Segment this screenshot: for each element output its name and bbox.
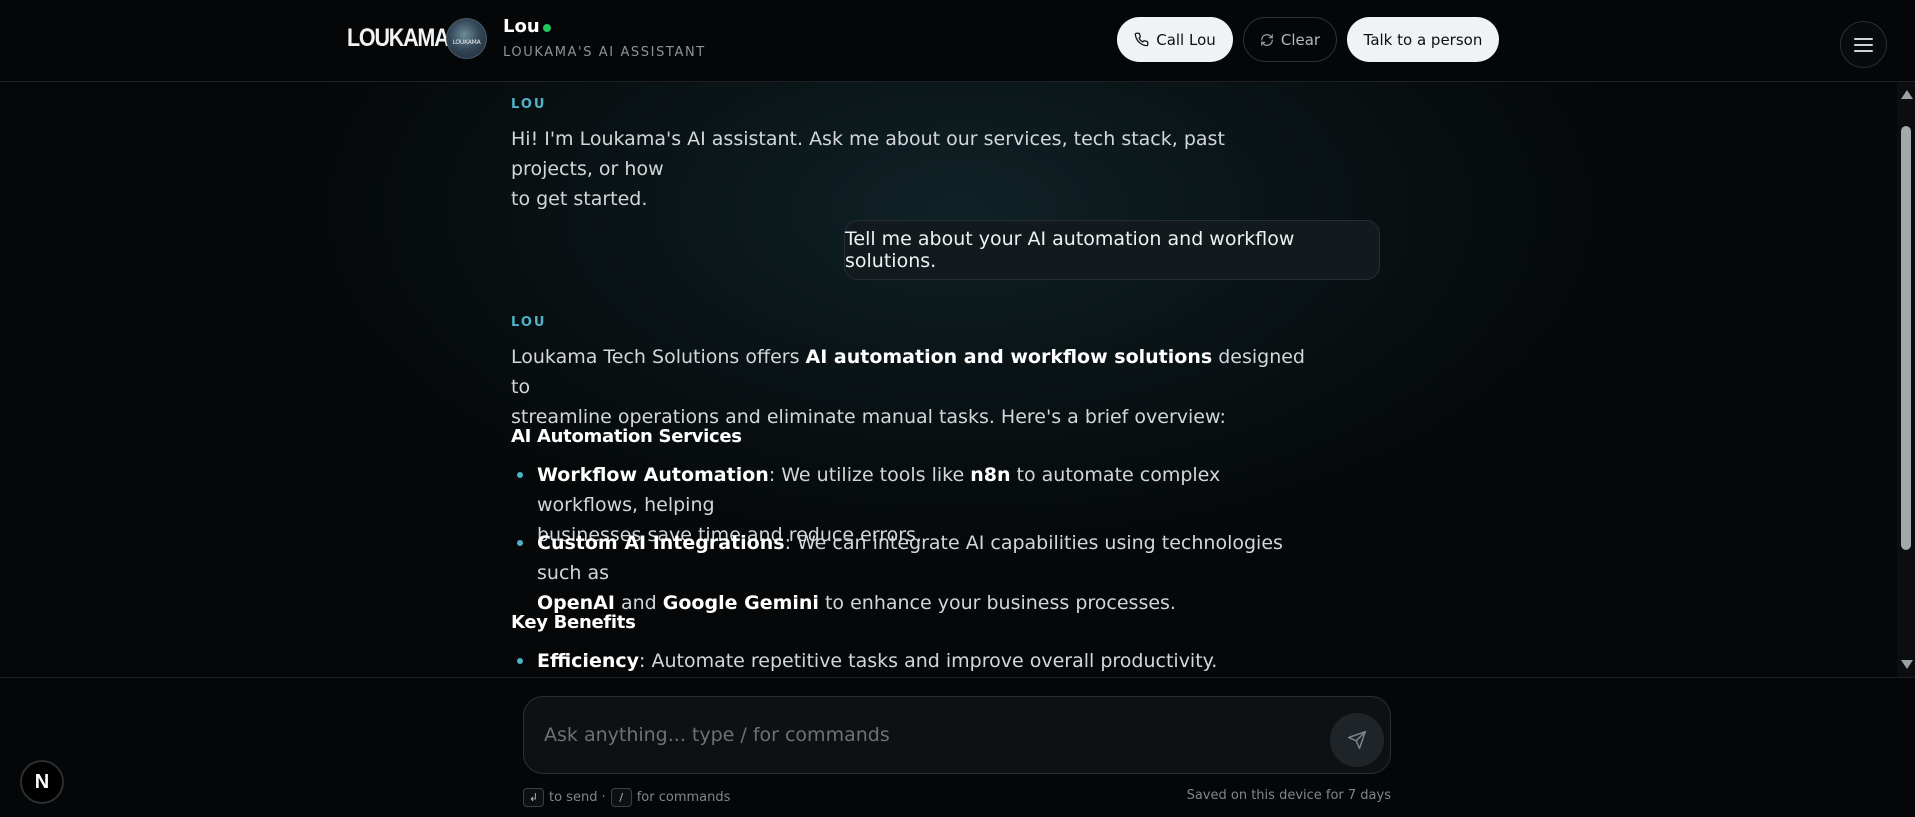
call-lou-label: Call Lou [1156, 30, 1216, 49]
hamburger-icon-line [1854, 37, 1873, 40]
message-line: Loukama Tech Solutions offers AI automat… [511, 342, 1311, 402]
scrollbar-thumb[interactable] [1901, 126, 1911, 550]
chat-messages[interactable]: LOU Hi! I'm Loukama's AI assistant. Ask … [0, 82, 1897, 677]
user-message-bubble: Tell me about your AI automation and wor… [844, 220, 1380, 280]
enter-key-icon: ↲ [523, 788, 544, 807]
bold-text: Workflow Automation [537, 464, 769, 486]
call-lou-button[interactable]: Call Lou [1117, 17, 1233, 62]
text-run: and [614, 592, 663, 614]
assistant-sender-label: LOU [511, 315, 547, 330]
text-run: : Automate repetitive tasks and improve … [639, 650, 1218, 672]
message-line: Efficiency: Automate repetitive tasks an… [537, 646, 1327, 676]
clear-button[interactable]: Clear [1243, 17, 1337, 62]
send-button[interactable] [1330, 713, 1384, 767]
hamburger-icon-line [1854, 43, 1873, 46]
list-item: Custom AI Integrations: We can integrate… [517, 528, 1327, 618]
commands-hint-text: for commands [636, 790, 731, 805]
bold-text: Custom AI Integrations [537, 532, 785, 554]
bold-text: OpenAI [537, 592, 615, 614]
composer-area: ↲ to send · / for commands Saved on this… [0, 677, 1915, 817]
top-bar: LOUKAMA LOUKAMA Lou LOUKAMA'S AI ASSISTA… [0, 0, 1915, 82]
send-hint-text: to send · [549, 790, 606, 805]
bot-subtitle: LOUKAMA'S AI ASSISTANT [503, 45, 706, 60]
message-line: Custom AI Integrations: We can integrate… [537, 528, 1327, 588]
assistant-message-welcome: Hi! I'm Loukama's AI assistant. Ask me a… [511, 124, 1311, 214]
send-icon [1347, 730, 1367, 750]
text-run: Loukama Tech Solutions offers [511, 346, 806, 368]
bold-text: AI automation and workflow solutions [805, 346, 1213, 368]
page: LOUKAMA LOUKAMA Lou LOUKAMA'S AI ASSISTA… [0, 0, 1915, 817]
loukama-logo[interactable]: LOUKAMA [347, 24, 450, 53]
section-heading-ai-automation: AI Automation Services [511, 426, 742, 447]
saved-on-device-note: Saved on this device for 7 days [1186, 788, 1391, 803]
message-line: Workflow Automation: We utilize tools li… [537, 460, 1327, 520]
phone-icon [1134, 32, 1149, 47]
talk-to-person-button[interactable]: Talk to a person [1347, 17, 1499, 62]
slash-key-icon: / [610, 788, 632, 807]
hamburger-icon-line [1854, 49, 1873, 52]
message-line: to get started. [511, 188, 648, 210]
scroll-down-arrow-icon[interactable] [1901, 660, 1913, 669]
hamburger-menu-button[interactable] [1840, 21, 1887, 68]
message-input[interactable] [544, 715, 1304, 755]
online-status-dot [543, 24, 551, 32]
dev-tools-badge[interactable]: N [20, 760, 64, 804]
assistant-message-reply: Loukama Tech Solutions offers AI automat… [511, 342, 1311, 432]
message-line: OpenAI and Google Gemini to enhance your… [537, 588, 1327, 618]
bold-text: Google Gemini [662, 592, 819, 614]
clear-label: Clear [1280, 30, 1321, 49]
avatar-label: LOUKAMA [452, 39, 481, 46]
section-heading-key-benefits: Key Benefits [511, 612, 636, 633]
message-composer [523, 696, 1391, 774]
bold-text: Efficiency [537, 650, 640, 672]
list-item: Efficiency: Automate repetitive tasks an… [517, 646, 1327, 676]
assistant-sender-label: LOU [511, 97, 547, 112]
scroll-up-arrow-icon[interactable] [1901, 90, 1913, 99]
keyboard-hint: ↲ to send · / for commands [523, 788, 730, 807]
bold-text: n8n [970, 464, 1011, 486]
chat-scrollbar[interactable] [1897, 82, 1915, 677]
refresh-icon [1261, 33, 1273, 46]
text-run: : We utilize tools like [768, 464, 971, 486]
text-run: to enhance your business processes. [818, 592, 1176, 614]
message-line: Hi! I'm Loukama's AI assistant. Ask me a… [511, 128, 1225, 180]
bot-name: Lou [503, 16, 540, 37]
lou-avatar: LOUKAMA [446, 18, 487, 59]
